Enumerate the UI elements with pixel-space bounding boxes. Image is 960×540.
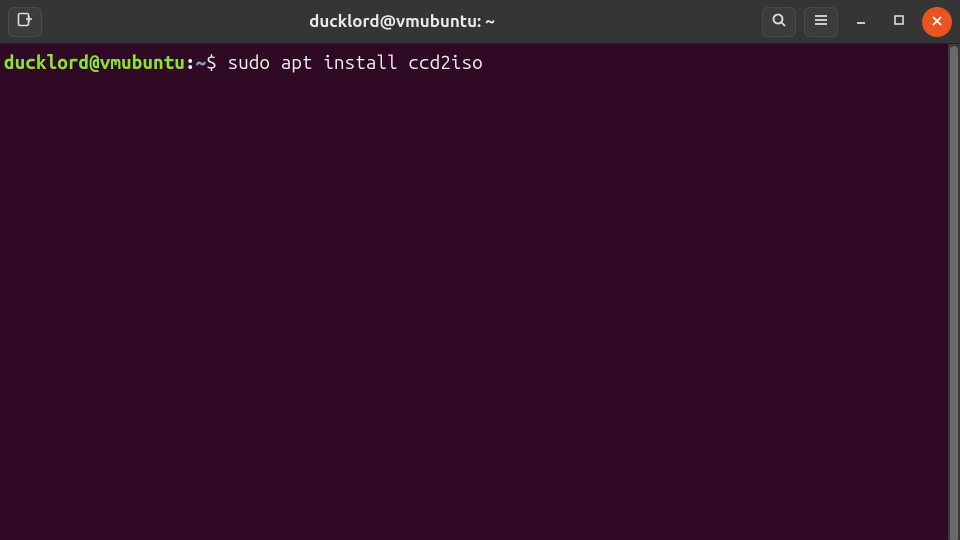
command-text xyxy=(217,51,228,73)
prompt-path: ~ xyxy=(196,51,207,73)
hamburger-icon xyxy=(813,12,829,32)
terminal-window: ducklord@vmubuntu: ~ xyxy=(0,0,960,540)
command-text: sudo apt install ccd2iso xyxy=(227,51,482,73)
prompt-separator: : xyxy=(185,51,196,73)
close-button[interactable] xyxy=(922,7,952,37)
search-icon xyxy=(771,12,787,32)
close-icon xyxy=(931,13,943,31)
titlebar: ducklord@vmubuntu: ~ xyxy=(0,0,960,44)
terminal-body[interactable]: ducklord@vmubuntu:~$ sudo apt install cc… xyxy=(0,44,960,540)
prompt-user-host: ducklord@vmubuntu xyxy=(4,51,185,73)
scrollbar[interactable] xyxy=(948,44,960,540)
maximize-icon xyxy=(892,13,906,31)
new-tab-icon xyxy=(16,11,34,33)
prompt-symbol: $ xyxy=(206,51,217,73)
menu-button[interactable] xyxy=(804,7,838,37)
titlebar-right xyxy=(762,7,952,37)
terminal-line: ducklord@vmubuntu:~$ sudo apt install cc… xyxy=(4,50,956,74)
titlebar-left xyxy=(8,7,42,37)
search-button[interactable] xyxy=(762,7,796,37)
scrollbar-thumb[interactable] xyxy=(950,46,958,540)
minimize-button[interactable] xyxy=(846,7,876,37)
maximize-button[interactable] xyxy=(884,7,914,37)
window-title: ducklord@vmubuntu: ~ xyxy=(50,12,754,31)
minimize-icon xyxy=(854,13,868,31)
new-tab-button[interactable] xyxy=(8,7,42,37)
